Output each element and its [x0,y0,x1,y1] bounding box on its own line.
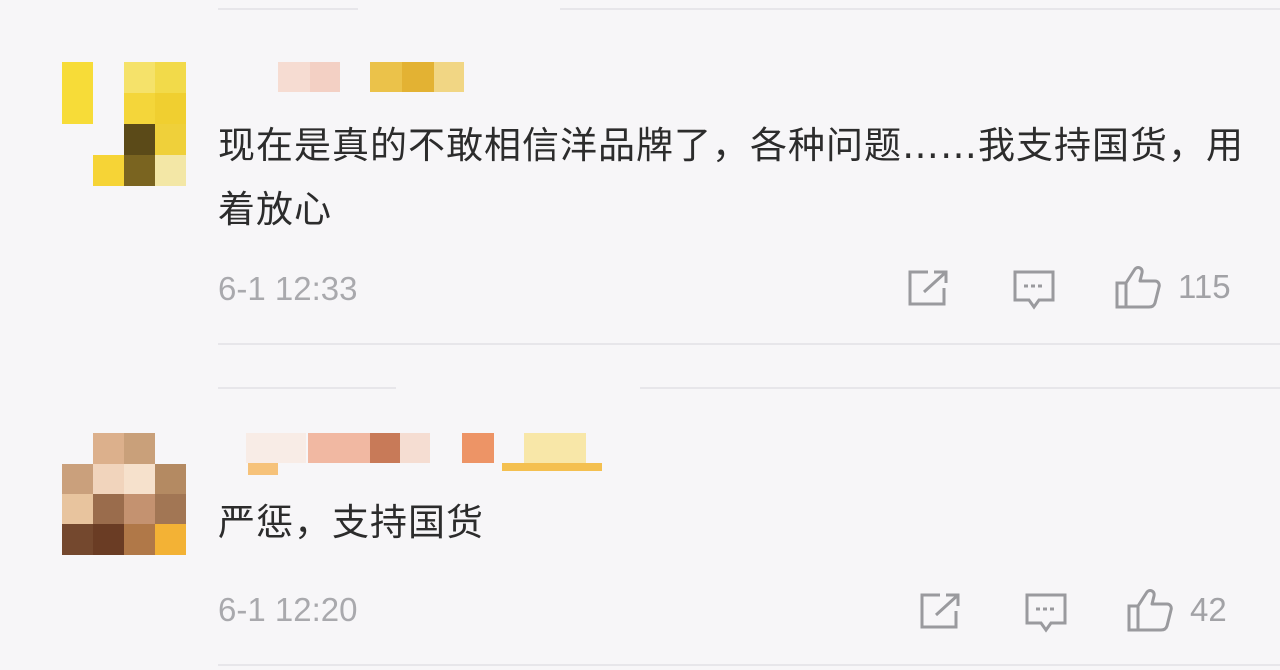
share-button[interactable] [918,591,962,631]
comment-text: 现在是真的不敢相信洋品牌了，各种问题……我支持国货，用着放心 [218,124,1244,231]
comment-button[interactable] [1012,268,1056,312]
like-count: 42 [1190,591,1227,628]
like-button[interactable]: 42 [1126,587,1227,633]
thumbs-up-icon [1114,264,1162,310]
comment-time: 6-1 12:33 [218,270,358,307]
avatar[interactable] [62,433,186,555]
comment-icon [1012,268,1056,312]
comment-button[interactable] [1024,591,1068,635]
comment-time: 6-1 12:20 [218,591,358,628]
share-icon [906,268,950,308]
comment-icon [1024,591,1068,635]
like-button[interactable]: 115 [1114,264,1231,310]
comment-text: 严惩，支持国货 [218,501,484,544]
avatar[interactable] [62,62,186,186]
thumbs-up-icon [1126,587,1174,633]
username[interactable] [246,433,620,475]
bottom-divider [218,664,1280,666]
comment-item: 严惩，支持国货 6-1 12:20 42 [0,345,1280,670]
share-button[interactable] [906,268,950,308]
like-count: 115 [1178,268,1231,305]
comment-item: 现在是真的不敢相信洋品牌了，各种问题……我支持国货，用着放心 6-1 12:33… [0,0,1280,345]
username[interactable] [278,62,468,96]
share-icon [918,591,962,631]
